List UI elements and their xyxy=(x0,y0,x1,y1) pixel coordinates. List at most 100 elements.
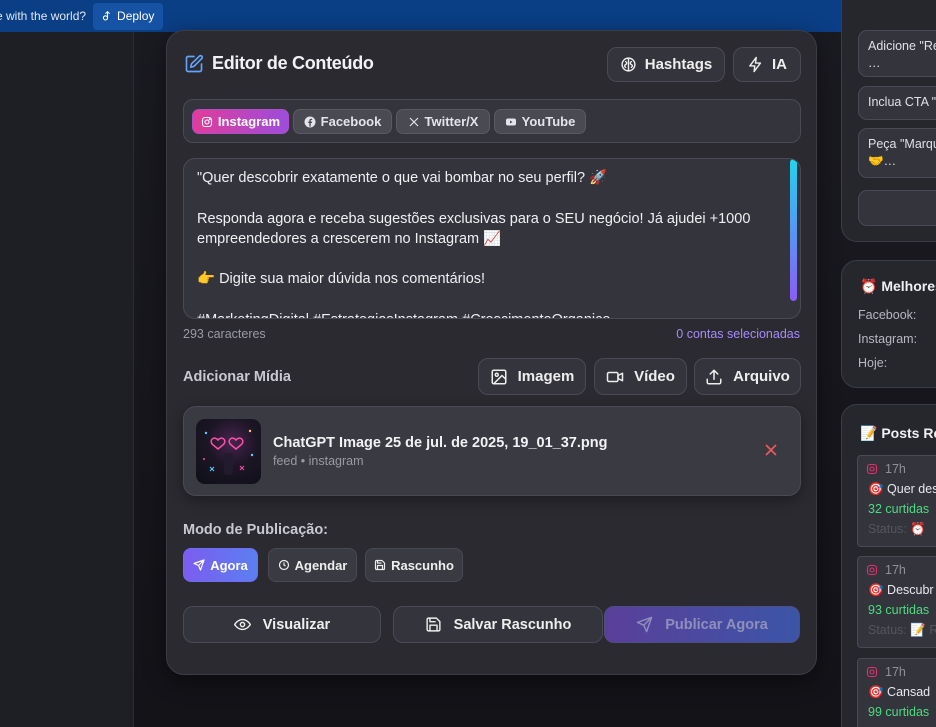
suggestion-text: Adicione "Re xyxy=(868,39,936,53)
preview-button[interactable]: Visualizar xyxy=(183,606,381,643)
instagram-icon xyxy=(201,116,212,127)
post-time: 17h xyxy=(885,462,906,476)
add-file-button[interactable]: Arquivo xyxy=(694,358,801,395)
post-text: 🎯 Descubr xyxy=(868,583,934,597)
post-status: Status: ⏰ xyxy=(868,522,926,536)
add-file-label: Arquivo xyxy=(733,368,790,385)
attached-media-item: ChatGPT Image 25 de jul. de 2025, 19_01_… xyxy=(183,406,801,496)
youtube-icon xyxy=(505,118,516,125)
best-time-row: Hoje: xyxy=(858,356,888,370)
content-editor-card: Editor de Conteúdo Hashtags IA Instagram… xyxy=(166,30,817,675)
platform-label: Facebook xyxy=(320,114,382,129)
post-likes: 32 curtidas xyxy=(868,502,930,516)
publish-now-label: Publicar Agora xyxy=(665,616,768,633)
eye-icon xyxy=(233,618,251,631)
edit-icon xyxy=(185,54,204,72)
suggestion-more-button[interactable] xyxy=(858,190,936,226)
platform-tab-facebook[interactable]: Facebook xyxy=(293,109,392,134)
remove-media-button[interactable] xyxy=(764,443,778,457)
textarea-scrollbar[interactable] xyxy=(790,159,797,301)
add-image-button[interactable]: Imagem xyxy=(478,358,586,395)
save-draft-label: Salvar Rascunho xyxy=(453,616,572,633)
post-likes: 99 curtidas xyxy=(868,705,930,719)
post-time: 17h xyxy=(885,563,906,577)
mode-now-button[interactable]: Agora xyxy=(183,548,258,582)
upload-icon xyxy=(706,369,722,384)
content-text[interactable]: "Quer descobrir exatamente o que vai bom… xyxy=(197,168,777,318)
lightning-icon xyxy=(749,56,762,73)
platform-tab-twitter[interactable]: Twitter/X xyxy=(396,109,490,134)
post-likes: 93 curtidas xyxy=(868,603,930,617)
hashtags-label: Hashtags xyxy=(644,56,713,73)
character-count: 293 caracteres xyxy=(183,327,266,341)
add-video-button[interactable]: Vídeo xyxy=(594,358,687,395)
editor-title: Editor de Conteúdo xyxy=(184,53,374,74)
preview-label: Visualizar xyxy=(262,616,331,633)
ai-label: IA xyxy=(772,56,787,73)
deploy-label: Deploy xyxy=(117,9,155,23)
publish-now-button[interactable]: Publicar Agora xyxy=(604,606,800,643)
media-meta: feed • instagram xyxy=(273,454,364,468)
suggestion-text: 🤝… xyxy=(868,154,897,168)
best-times-title: ⏰ Melhores xyxy=(860,278,936,294)
best-time-row: Facebook: xyxy=(858,308,917,322)
instagram-icon xyxy=(866,666,878,678)
platform-tab-youtube[interactable]: YouTube xyxy=(494,109,586,134)
left-sidebar xyxy=(0,32,134,727)
add-media-label: Adicionar Mídia xyxy=(183,369,291,385)
platform-label: Twitter/X xyxy=(424,114,479,129)
best-time-row: Instagram: xyxy=(858,332,918,346)
mode-now-label: Agora xyxy=(210,557,248,573)
image-icon xyxy=(491,369,507,384)
facebook-icon xyxy=(304,116,316,127)
post-status: Status: 📝 R xyxy=(868,623,936,637)
brain-icon xyxy=(621,57,636,72)
publish-mode-label: Modo de Publicação: xyxy=(183,522,329,538)
close-icon xyxy=(765,444,777,456)
instagram-icon xyxy=(866,463,878,475)
post-text: 🎯 Cansad xyxy=(868,685,931,699)
thumbnail-artwork xyxy=(203,429,254,475)
ai-button[interactable]: IA xyxy=(733,47,801,82)
platform-label: YouTube xyxy=(521,114,576,129)
media-filename: ChatGPT Image 25 de jul. de 2025, 19_01_… xyxy=(273,435,608,451)
recent-posts-title: 📝 Posts Re xyxy=(860,425,936,441)
recent-post-item[interactable]: 17h 🎯 Quer des 32 curtidas Status: ⏰ xyxy=(857,455,936,547)
suggestion-item[interactable]: Peça "Marqu 🤝… xyxy=(858,128,936,178)
suggestion-text: … xyxy=(868,56,881,70)
suggestion-text: Peça "Marqu xyxy=(868,137,936,151)
editor-title-text: Editor de Conteúdo xyxy=(212,53,374,73)
suggestion-item[interactable]: Inclua CTA " xyxy=(858,86,936,120)
deploy-icon xyxy=(102,10,110,20)
add-video-label: Vídeo xyxy=(634,368,675,385)
video-icon xyxy=(606,371,624,382)
deploy-button[interactable]: Deploy xyxy=(93,2,164,30)
mode-schedule-button[interactable]: Agendar xyxy=(268,548,357,582)
mode-draft-button[interactable]: Rascunho xyxy=(365,548,463,582)
share-prompt-text: e with the world? xyxy=(0,9,87,23)
suggestion-text: Inclua CTA " xyxy=(868,95,936,109)
instagram-icon xyxy=(866,564,878,576)
platform-label: Instagram xyxy=(217,114,281,129)
send-icon xyxy=(636,616,653,633)
mode-draft-label: Rascunho xyxy=(391,557,454,573)
send-icon xyxy=(193,559,205,571)
save-draft-button[interactable]: Salvar Rascunho xyxy=(393,606,603,643)
save-icon xyxy=(426,617,441,632)
recent-post-item[interactable]: 17h 🎯 Cansad 99 curtidas xyxy=(857,658,936,727)
clock-icon xyxy=(278,559,289,571)
post-time: 17h xyxy=(885,665,906,679)
content-textarea[interactable]: "Quer descobrir exatamente o que vai bom… xyxy=(183,158,801,319)
recent-post-item[interactable]: 17h 🎯 Descubr 93 curtidas Status: 📝 R xyxy=(857,556,936,648)
add-image-label: Imagem xyxy=(517,368,575,385)
suggestion-item[interactable]: Adicione "Re … xyxy=(858,30,936,77)
top-bar: e with the world? Deploy xyxy=(0,0,936,32)
x-logo-icon xyxy=(409,117,418,126)
platform-tab-instagram[interactable]: Instagram xyxy=(192,109,289,134)
post-text: 🎯 Quer des xyxy=(868,482,936,496)
hashtags-button[interactable]: Hashtags xyxy=(607,47,725,82)
save-icon xyxy=(374,559,386,571)
platform-selector: Instagram Facebook Twitter/X YouTube xyxy=(183,99,801,143)
accounts-selected-count: 0 contas selecionadas xyxy=(676,327,800,341)
media-thumbnail xyxy=(196,419,261,484)
